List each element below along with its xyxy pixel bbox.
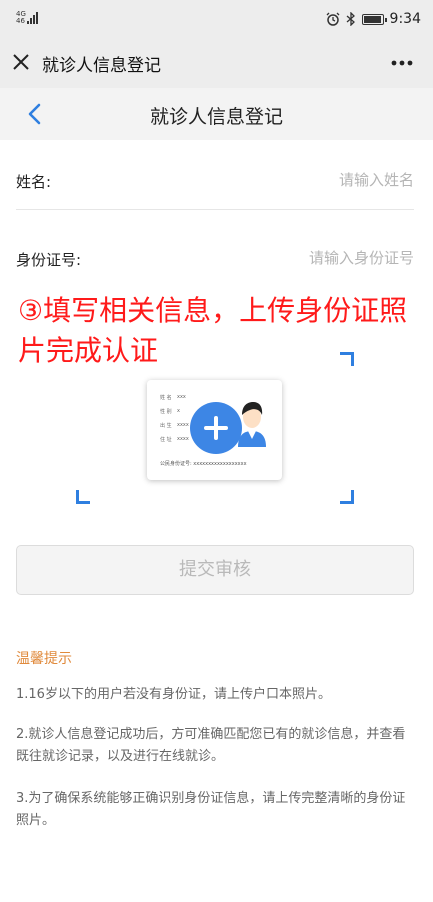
id-number-label: 身份证号: [16,251,82,269]
id-field-name: 姓 名 [160,395,172,401]
bluetooth-icon [346,12,355,26]
tip-item-2: 2.就诊人信息登记成功后，方可准确匹配您已有的就诊信息，并查看既往就诊记录，以及… [16,727,406,764]
alarm-icon [326,12,340,26]
id-number-line: 公民身份证号: xxxxxxxxxxxxxxxxxx [160,460,247,467]
frame-corner-top-right [340,352,354,366]
id-field-name-value: xxx [177,394,186,400]
id-field-birth-value: xxxx [177,422,189,428]
more-icon[interactable] [389,50,415,76]
id-number-row: 身份证号: [16,230,414,288]
signal-icon [27,12,38,24]
id-field-birth: 出 生 [160,423,172,429]
page: 4G 46 9:34 就诊人信息登记 就诊人信息登记 姓名: 请输入姓名 身份证… [0,0,433,902]
status-right: 9:34 [326,9,421,29]
battery-icon [361,13,387,25]
id-field-sex: 性 别 [160,409,172,415]
page-header: 就诊人信息登记 [0,88,433,140]
id-number-value: xxxxxxxxxxxxxxxxxx [193,461,247,467]
tips-title: 温馨提示 [16,651,72,667]
webview-title-bar: 就诊人信息登记 [0,38,433,88]
id-field-sex-value: x [177,408,180,414]
tip-item-3: 3.为了确保系统能够正确识别身份证信息，请上传完整清晰的身份证照片。 [16,791,406,828]
webview-title: 就诊人信息登记 [42,56,161,76]
network-sub: 46 [16,17,25,25]
name-label: 姓名: [16,173,52,191]
page-title: 就诊人信息登记 [149,106,283,128]
name-input[interactable] [164,165,414,195]
id-number-label-text: 公民身份证号: [160,461,192,467]
network-indicator: 4G 46 [16,11,26,25]
name-row: 姓名: [16,152,414,210]
instruction-overlay: ③填写相关信息，上传身份证照片完成认证 [18,294,408,367]
status-time: 9:34 [389,11,421,27]
status-bar: 4G 46 9:34 [0,0,433,38]
id-field-address-value: xxxx [177,436,189,442]
close-icon[interactable] [8,49,34,75]
tip-item-1: 1.16岁以下的用户若没有身份证，请上传户口本照片。 [16,687,331,702]
id-number-input[interactable] [164,243,414,273]
submit-review-button[interactable]: 提交审核 [16,545,414,595]
frame-corner-bottom-left [76,490,90,504]
add-photo-button[interactable] [190,402,242,454]
frame-corner-bottom-right [340,490,354,504]
id-field-address: 住 址 [160,437,172,443]
